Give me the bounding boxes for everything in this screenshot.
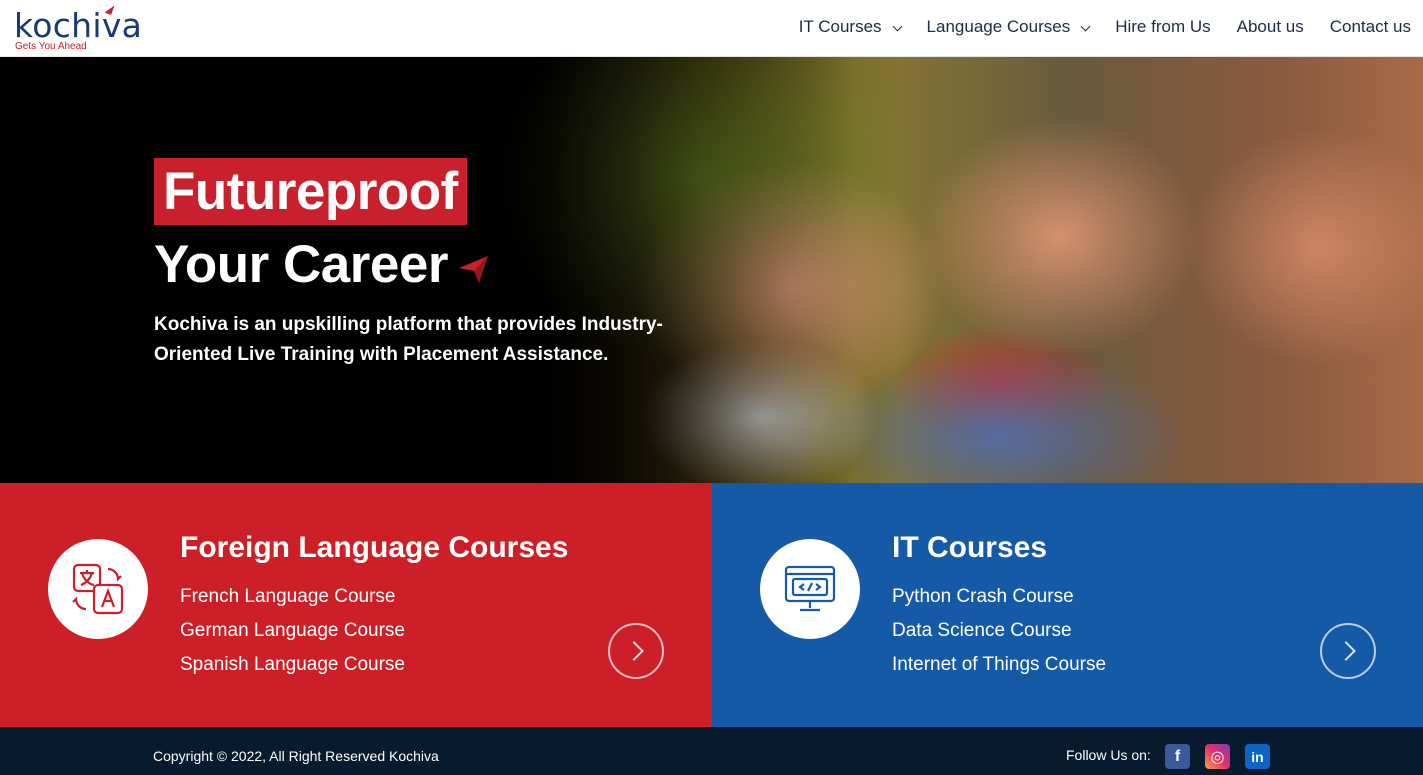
site-header: kochiva Gets You Ahead IT Courses Langua…: [0, 0, 1423, 57]
hero-highlight-title: Futureproof: [154, 158, 467, 225]
hero-description: Kochiva is an upskilling platform that p…: [154, 314, 663, 365]
it-courses-panel: IT Courses Python Crash Course Data Scie…: [712, 483, 1423, 727]
nav-about-us-label: About us: [1236, 17, 1304, 36]
chevron-down-icon: [892, 21, 902, 31]
translate-icon: [48, 539, 148, 639]
main-nav: IT Courses Language Courses Hire from Us…: [773, 17, 1411, 37]
course-link-german[interactable]: German Language Course: [180, 614, 405, 648]
it-course-list: Python Crash Course Data Science Course …: [892, 580, 1106, 682]
hero-dark-overlay: [0, 57, 900, 483]
kochiva-logo[interactable]: kochiva Gets You Ahead: [14, 3, 154, 54]
nav-language-courses-label: Language Courses: [926, 17, 1071, 36]
course-link-iot[interactable]: Internet of Things Course: [892, 648, 1106, 682]
hero-banner: Futureproof Your Career Kochiva is an up…: [0, 57, 1423, 483]
chevron-down-icon: [1080, 21, 1091, 31]
language-courses-panel: Foreign Language Courses French Language…: [0, 483, 712, 727]
hero-title-line2: Your Career: [154, 235, 448, 294]
paper-plane-icon: [459, 256, 488, 283]
logo-tagline: Gets You Ahead: [15, 41, 87, 52]
course-link-french[interactable]: French Language Course: [180, 580, 405, 614]
language-course-list: French Language Course German Language C…: [180, 580, 405, 682]
it-courses-next-button[interactable]: [1320, 623, 1376, 679]
code-monitor-icon: [760, 539, 860, 639]
site-footer: Copyright © 2022, All Right Reserved Koc…: [0, 727, 1423, 775]
instagram-icon[interactable]: ◎: [1205, 744, 1230, 769]
language-courses-next-button[interactable]: [608, 623, 664, 679]
nav-hire-from-us-label: Hire from Us: [1115, 17, 1211, 36]
linkedin-icon[interactable]: in: [1245, 744, 1270, 769]
nav-it-courses[interactable]: IT Courses: [798, 17, 902, 37]
follow-us-label: Follow Us on:: [1066, 747, 1151, 763]
course-link-python[interactable]: Python Crash Course: [892, 580, 1106, 614]
nav-hire-from-us[interactable]: Hire from Us: [1115, 17, 1210, 37]
course-link-data-science[interactable]: Data Science Course: [892, 614, 1106, 648]
nav-contact-us[interactable]: Contact us: [1330, 17, 1411, 37]
nav-it-courses-label: IT Courses: [798, 17, 882, 36]
nav-language-courses[interactable]: Language Courses: [926, 17, 1091, 37]
facebook-icon[interactable]: f: [1165, 744, 1190, 769]
nav-about-us[interactable]: About us: [1237, 17, 1304, 37]
course-link-spanish[interactable]: Spanish Language Course: [180, 648, 405, 682]
nav-contact-us-label: Contact us: [1329, 17, 1411, 36]
language-courses-title: Foreign Language Courses: [180, 531, 569, 564]
logo-wordmark: kochiva: [14, 6, 143, 45]
it-courses-title: IT Courses: [892, 531, 1048, 564]
copyright-text: Copyright © 2022, All Right Reserved Koc…: [153, 748, 439, 764]
